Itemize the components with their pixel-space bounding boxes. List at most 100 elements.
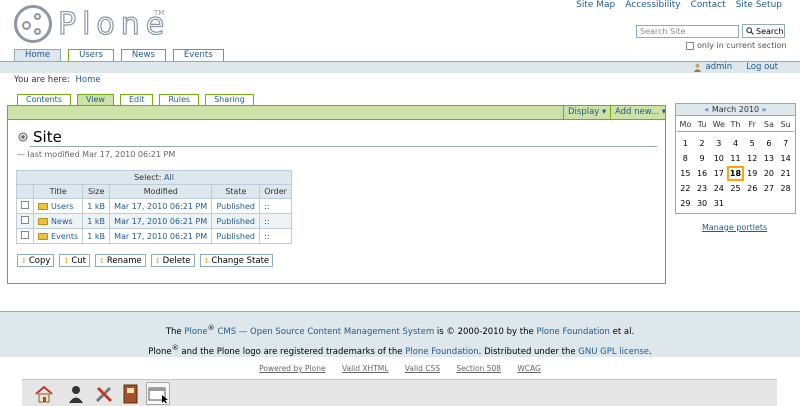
logout-link[interactable]: Log out: [746, 62, 778, 72]
only-current-section-checkbox[interactable]: [686, 41, 694, 50]
taskbar-user-button[interactable]: [64, 382, 88, 405]
table-row: Events 1 kB Mar 17, 2010 06:21 PM Publis…: [15, 228, 292, 244]
search-input[interactable]: Search Site: [636, 25, 739, 38]
calendar-weekday: Fr: [743, 118, 761, 131]
accessibility-link[interactable]: Accessibility: [625, 0, 680, 10]
calendar-prev-link[interactable]: «: [704, 105, 709, 114]
select-all-link[interactable]: All: [164, 173, 174, 182]
rename-icon: ↕: [98, 256, 105, 265]
gpl-license-link[interactable]: GNU GPL license: [578, 347, 649, 357]
calendar-day: 30: [696, 199, 708, 208]
calendar-day: 12: [747, 154, 758, 163]
contact-link[interactable]: Contact: [691, 0, 726, 10]
tab-home[interactable]: Home: [14, 49, 62, 61]
row-checkbox[interactable]: [21, 231, 29, 239]
footer: The Plone® CMS — Open Source Content Man…: [0, 311, 800, 357]
copy-button[interactable]: ↕ Copy: [17, 254, 55, 267]
valid-xhtml-link[interactable]: Valid XHTML: [342, 364, 388, 373]
add-new-menu[interactable]: Add new... ▾: [610, 105, 670, 119]
site-map-link[interactable]: Site Map: [576, 0, 615, 10]
drag-handle[interactable]: ::: [264, 202, 269, 211]
item-title-link[interactable]: News: [51, 217, 73, 226]
tab-news[interactable]: News: [120, 49, 166, 61]
taskbar-tools-button[interactable]: [92, 382, 116, 405]
item-size: 1 kB: [87, 201, 106, 211]
plone-link[interactable]: Plone: [184, 327, 207, 337]
column-header-modified[interactable]: Modified: [109, 184, 213, 199]
taskbar-address-book-button[interactable]: [118, 382, 142, 405]
calendar-day: 4: [732, 139, 739, 148]
user-name-link[interactable]: admin: [706, 62, 733, 72]
row-checkbox[interactable]: [21, 216, 29, 224]
user-menu[interactable]: admin: [693, 62, 733, 72]
plone-foundation-link[interactable]: Plone Foundation: [536, 327, 609, 337]
tab-contents[interactable]: Contents: [17, 94, 71, 105]
calendar-day: 5: [749, 139, 755, 148]
row-checkbox[interactable]: [21, 201, 29, 209]
rename-button[interactable]: ↕ Rename: [94, 254, 146, 267]
breadcrumb: You are here: Home: [14, 75, 101, 85]
column-header-state[interactable]: State: [211, 184, 261, 199]
manage-portlets-link[interactable]: Manage portlets: [702, 223, 767, 232]
search-button[interactable]: Search: [742, 24, 785, 38]
taskbar-home-button[interactable]: [32, 382, 56, 405]
folder-contents-buttons: ↕ Copy ↕ Cut ↕ Rename ↕ Delete ↕ Change State: [17, 254, 274, 267]
document-byline: — last modified Mar 17, 2010 06:21 PM: [17, 150, 176, 159]
breadcrumb-home-link[interactable]: Home: [76, 75, 101, 85]
calendar-grid: Mo Tu We Th Fr Sa Su 1 2 3 4 5 6 7 8 9 10 11 12 13 14 15 16 17 1…: [676, 116, 795, 213]
tab-edit[interactable]: Edit: [119, 94, 154, 105]
tab-users[interactable]: Users: [68, 49, 114, 61]
tab-events[interactable]: Events: [172, 49, 224, 61]
site-icon: [18, 132, 28, 142]
powered-by-plone-link[interactable]: Powered by Plone: [259, 364, 325, 373]
calendar-day: [777, 196, 794, 211]
calendar-next-link[interactable]: »: [762, 105, 767, 114]
site-setup-link[interactable]: Site Setup: [736, 0, 782, 10]
column-header-order[interactable]: Order: [259, 184, 292, 199]
calendar-day: 31: [713, 199, 724, 208]
portal-tabs: Home Users News Events: [14, 49, 224, 61]
change-state-button[interactable]: ↕ Change State: [199, 254, 274, 267]
drag-handle[interactable]: ::: [264, 232, 269, 241]
calendar-day: 24: [713, 184, 724, 193]
calendar-portlet: « March 2010 » Mo Tu We Th Fr Sa Su 1 2 3 4 5 6 7 8 9 10…: [675, 103, 796, 214]
cut-icon: ↕: [63, 256, 70, 265]
calendar-day: 25: [730, 184, 741, 193]
tab-view[interactable]: View: [76, 94, 114, 105]
tab-rules[interactable]: Rules: [159, 94, 200, 105]
drag-handle[interactable]: ::: [264, 217, 269, 226]
user-icon: [693, 63, 701, 72]
item-title-link[interactable]: Users: [51, 202, 73, 211]
taskbar-window-button[interactable]: [146, 382, 170, 405]
select-label: Select:: [134, 173, 162, 182]
plone-logo[interactable]: Plone TM: [14, 5, 169, 43]
search-icon: [746, 27, 754, 35]
item-modified: Mar 17, 2010 06:21 PM: [114, 231, 208, 241]
footer-line-1: The Plone® CMS — Open Source Content Man…: [165, 323, 635, 337]
site-actions: Site Map Accessibility Contact Site Setu…: [576, 0, 782, 10]
item-state: Published: [216, 201, 255, 211]
column-header-title[interactable]: Title: [33, 184, 84, 199]
calendar-day: 26: [747, 184, 758, 193]
calendar-day: [761, 196, 778, 211]
content-views: Contents View Edit Rules Sharing: [17, 94, 254, 105]
plone-cms-link[interactable]: CMS — Open Source Content Management Sys…: [215, 327, 434, 337]
wcag-link[interactable]: WCAG: [517, 364, 540, 373]
calendar-day: 9: [699, 154, 705, 163]
search-only-current-section[interactable]: only in current section: [686, 41, 787, 50]
calendar-day: 3: [716, 139, 722, 148]
calendar-month: March 2010: [711, 105, 760, 114]
user-icon: [69, 385, 83, 403]
column-header-size[interactable]: Size: [82, 184, 111, 199]
select-row: Select: All: [16, 170, 292, 185]
calendar-day: 20: [763, 169, 775, 178]
valid-css-link[interactable]: Valid CSS: [405, 364, 440, 373]
cut-button[interactable]: ↕ Cut: [59, 254, 90, 267]
calendar-header: « March 2010 »: [676, 104, 795, 116]
item-title-link[interactable]: Events: [51, 232, 78, 241]
display-menu[interactable]: Display ▾: [563, 105, 610, 119]
section-508-link[interactable]: Section 508: [456, 364, 501, 373]
tab-sharing[interactable]: Sharing: [205, 94, 254, 105]
plone-foundation-link-2[interactable]: Plone Foundation: [405, 347, 478, 357]
delete-button[interactable]: ↕ Delete: [150, 254, 195, 267]
